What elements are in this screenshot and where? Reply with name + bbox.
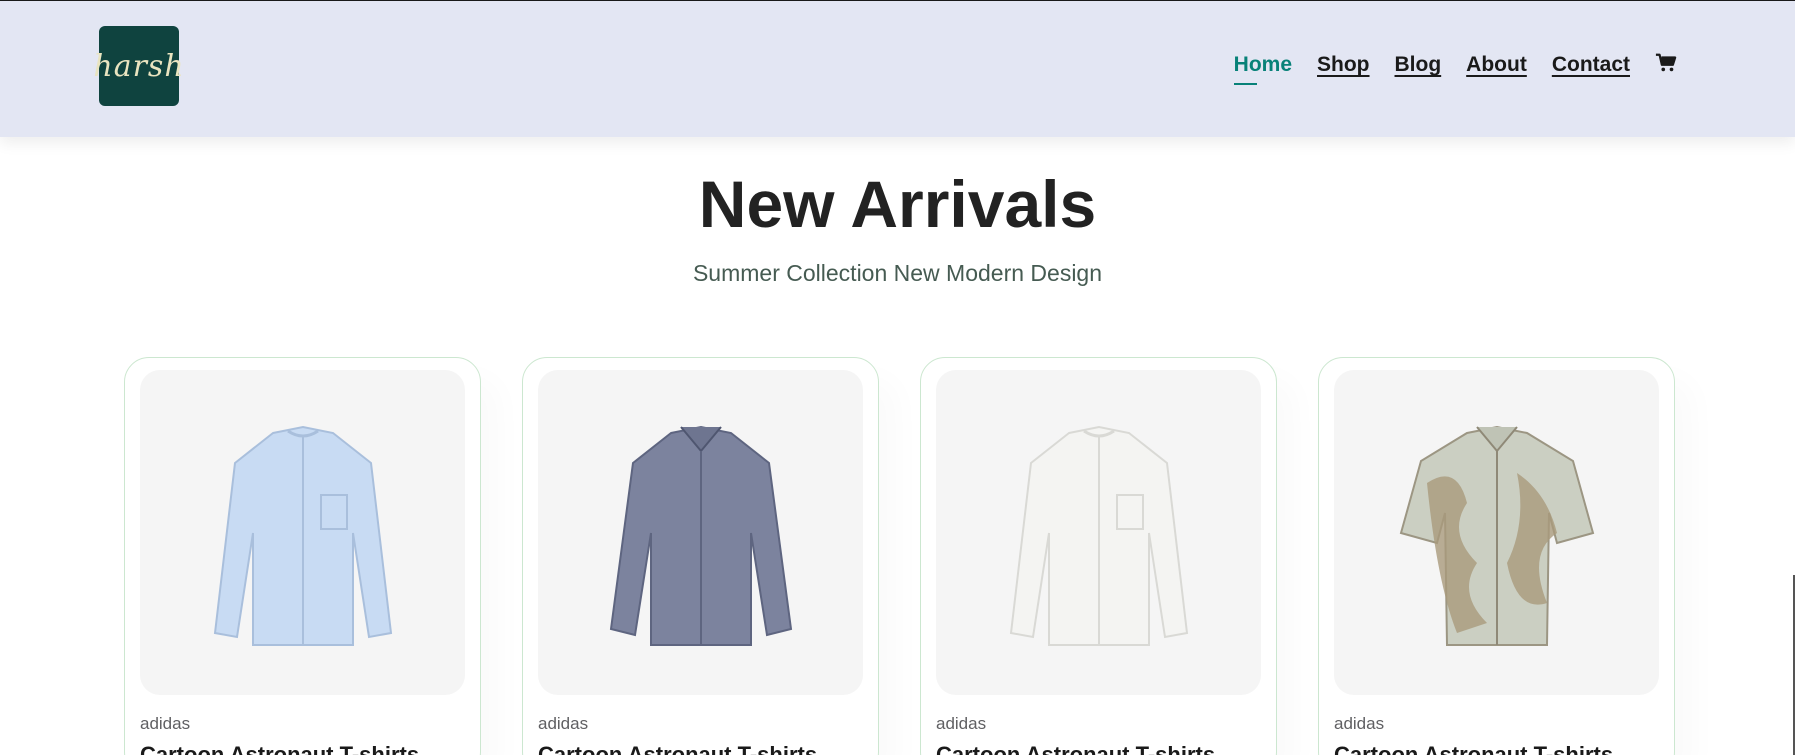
logo[interactable]: harsh bbox=[93, 26, 184, 106]
product-card[interactable]: adidas Cartoon Astronaut T-shirts bbox=[920, 357, 1277, 755]
product-image[interactable] bbox=[1334, 370, 1659, 695]
shirt-icon bbox=[1399, 425, 1594, 646]
product-card[interactable]: adidas Cartoon Astronaut T-shirts bbox=[1318, 357, 1675, 755]
product-card[interactable]: adidas Cartoon Astronaut T-shirts bbox=[522, 357, 879, 755]
section-subtitle: Summer Collection New Modern Design bbox=[692, 260, 1103, 286]
logo-text: harsh bbox=[93, 48, 185, 84]
product-name[interactable]: Cartoon Astronaut T-shirts bbox=[538, 742, 817, 755]
nav-blog[interactable]: Blog bbox=[1395, 53, 1442, 77]
product-brand: adidas bbox=[1334, 714, 1385, 733]
product-name[interactable]: Cartoon Astronaut T-shirts bbox=[1334, 742, 1613, 755]
shirt-icon bbox=[213, 425, 392, 646]
main-nav: Home Shop Blog About Contact bbox=[1209, 52, 1677, 85]
product-card[interactable]: adidas Cartoon Astronaut T-shirts bbox=[124, 357, 481, 755]
product-brand: adidas bbox=[936, 714, 987, 733]
section-title: New Arrivals bbox=[698, 167, 1097, 241]
nav-shop[interactable]: Shop bbox=[1317, 53, 1370, 77]
product-brand: adidas bbox=[538, 714, 589, 733]
product-brand: adidas bbox=[140, 714, 191, 733]
shirt-icon bbox=[1009, 425, 1188, 646]
cart-icon[interactable] bbox=[1655, 52, 1677, 74]
nav-about[interactable]: About bbox=[1466, 53, 1527, 77]
product-name[interactable]: Cartoon Astronaut T-shirts bbox=[140, 742, 419, 755]
product-image[interactable] bbox=[936, 370, 1261, 695]
nav-home[interactable]: Home bbox=[1233, 53, 1292, 85]
nav-contact[interactable]: Contact bbox=[1552, 53, 1630, 77]
product-name[interactable]: Cartoon Astronaut T-shirts bbox=[936, 742, 1215, 755]
site-header: harsh Home Shop Blog About Contact bbox=[0, 1, 1795, 137]
product-image[interactable] bbox=[140, 370, 465, 695]
product-image[interactable] bbox=[538, 370, 863, 695]
shirt-icon bbox=[609, 425, 792, 646]
